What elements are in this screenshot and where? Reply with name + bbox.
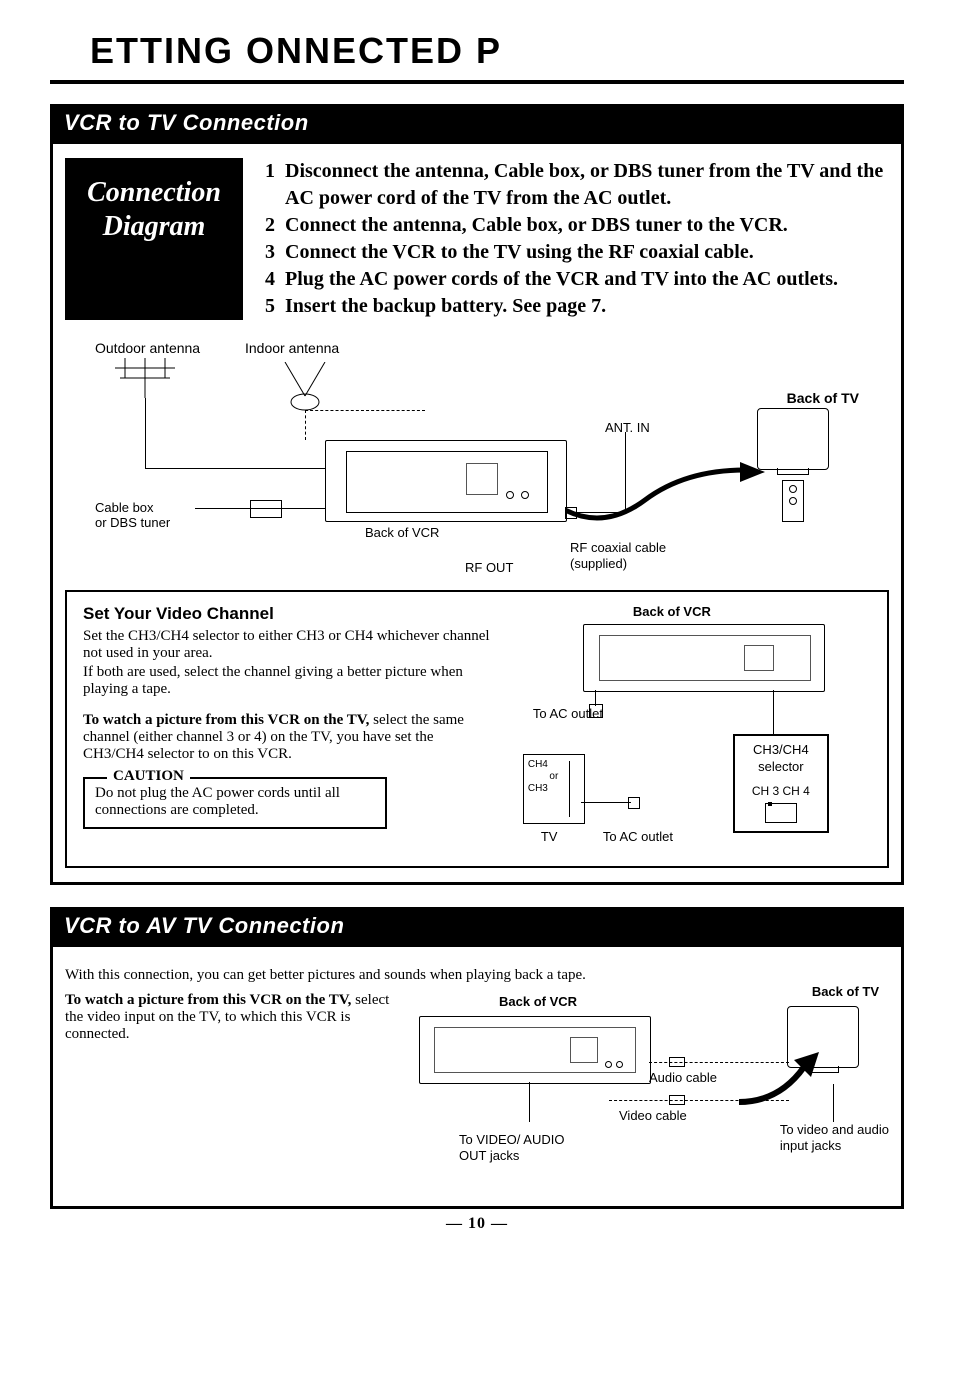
step-1-num: 1 [257, 158, 275, 212]
label-outdoor-antenna: Outdoor antenna [95, 340, 200, 356]
label-audio-cable: Audio cable [649, 1070, 717, 1085]
section-1-bar: VCR to TV Connection [50, 104, 904, 144]
label-rf-out: RF OUT [465, 560, 513, 575]
rule-top [50, 80, 904, 84]
rf-plug-icon [565, 507, 577, 519]
label-ch3-ch4: CH 3 CH 4 [743, 784, 819, 800]
tv-jack-panel [782, 480, 804, 522]
step-4-text: Plug the AC power cords of the VCR and T… [285, 266, 889, 293]
vcr-shape-1 [325, 440, 567, 522]
set-channel-p2: If both are used, select the channel giv… [83, 664, 495, 698]
selector-switch-icon [765, 803, 797, 823]
page-number: — 10 — [50, 1215, 904, 1233]
label-ant-in: ANT. IN [605, 420, 650, 435]
step-4: 4 Plug the AC power cords of the VCR and… [257, 266, 889, 293]
vcr-shape-3 [419, 1016, 651, 1084]
label-back-of-vcr-1: Back of VCR [365, 525, 439, 540]
step-3: 3 Connect the VCR to the TV using the RF… [257, 239, 889, 266]
section-2-body: With this connection, you can get better… [50, 947, 904, 1209]
tv-plug-icon [628, 797, 640, 809]
set-channel-p3-lead: To watch a picture from this VCR on the … [83, 712, 369, 728]
step-1: 1 Disconnect the antenna, Cable box, or … [257, 158, 889, 212]
section-2-left-lead: To watch a picture from this VCR on the … [65, 992, 351, 1008]
label-tv: TV [541, 829, 558, 844]
label-cable-box: Cable box or DBS tuner [95, 500, 170, 530]
step-5-text: Insert the backup battery. See page 7. [285, 293, 889, 320]
connection-diagram-badge: Connection Diagram [65, 158, 243, 320]
set-video-channel-box: Set Your Video Channel Set the CH3/CH4 s… [65, 590, 889, 868]
cable-box-icon [250, 500, 282, 518]
label-back-of-vcr-2: Back of VCR [633, 604, 711, 619]
connection-diagram-line2: Diagram [79, 210, 229, 244]
label-back-of-tv-1: Back of TV [787, 390, 859, 406]
step-2-num: 2 [257, 212, 275, 239]
steps-list: 1 Disconnect the antenna, Cable box, or … [257, 158, 889, 320]
vcr-shape-2 [583, 624, 825, 692]
audio-plug-icon [669, 1057, 685, 1067]
video-plug-icon [669, 1095, 685, 1105]
caution-box: CAUTION Do not plug the AC power cords u… [83, 777, 387, 829]
label-to-ac-outlet-bottom: To AC outlet [603, 829, 673, 844]
label-video-cable: Video cable [619, 1108, 687, 1123]
step-3-text: Connect the VCR to the TV using the RF c… [285, 239, 889, 266]
step-4-num: 4 [257, 266, 275, 293]
label-indoor-antenna: Indoor antenna [245, 340, 339, 356]
tv-stand-1 [777, 468, 809, 475]
tv-chip: CH4 or CH3 [523, 754, 585, 824]
set-channel-heading: Set Your Video Channel [83, 604, 495, 624]
caution-body: Do not plug the AC power cords until all… [95, 785, 375, 819]
step-1-text: Disconnect the antenna, Cable box, or DB… [285, 158, 889, 212]
label-rf-coax: RF coaxial cable (supplied) [570, 540, 666, 571]
label-to-out-jacks: To VIDEO/ AUDIO OUT jacks [459, 1132, 564, 1163]
label-to-ac-outlet-top: To AC outlet [533, 706, 603, 721]
av-arrow-icon [739, 1052, 839, 1112]
caution-title: CAUTION [107, 768, 190, 785]
outdoor-antenna-icon [105, 358, 185, 398]
indoor-antenna-icon [275, 362, 335, 412]
connection-diagram-1: Outdoor antenna Indoor antenna Back of T… [65, 340, 889, 580]
set-channel-p1: Set the CH3/CH4 selector to either CH3 o… [83, 628, 495, 662]
rf-cable-icon [565, 460, 775, 540]
step-5: 5 Insert the backup battery. See page 7. [257, 293, 889, 320]
page-title: ETTING ONNECTED P [90, 30, 904, 72]
connection-diagram-line1: Connection [79, 176, 229, 210]
label-back-of-tv-2: Back of TV [812, 984, 879, 999]
step-3-num: 3 [257, 239, 275, 266]
section-2-bar: VCR to AV TV Connection [50, 907, 904, 947]
label-ch34-selector: CH3/CH4 selector [743, 742, 819, 776]
section-1-body: Connection Diagram 1 Disconnect the ante… [50, 144, 904, 885]
step-2-text: Connect the antenna, Cable box, or DBS t… [285, 212, 889, 239]
selector-box: CH3/CH4 selector CH 3 CH 4 [733, 734, 829, 833]
step-2: 2 Connect the antenna, Cable box, or DBS… [257, 212, 889, 239]
label-back-of-vcr-3: Back of VCR [499, 994, 577, 1009]
step-5-num: 5 [257, 293, 275, 320]
section-2-intro: With this connection, you can get better… [65, 967, 889, 984]
label-to-in-jacks: To video and audio input jacks [780, 1122, 889, 1153]
